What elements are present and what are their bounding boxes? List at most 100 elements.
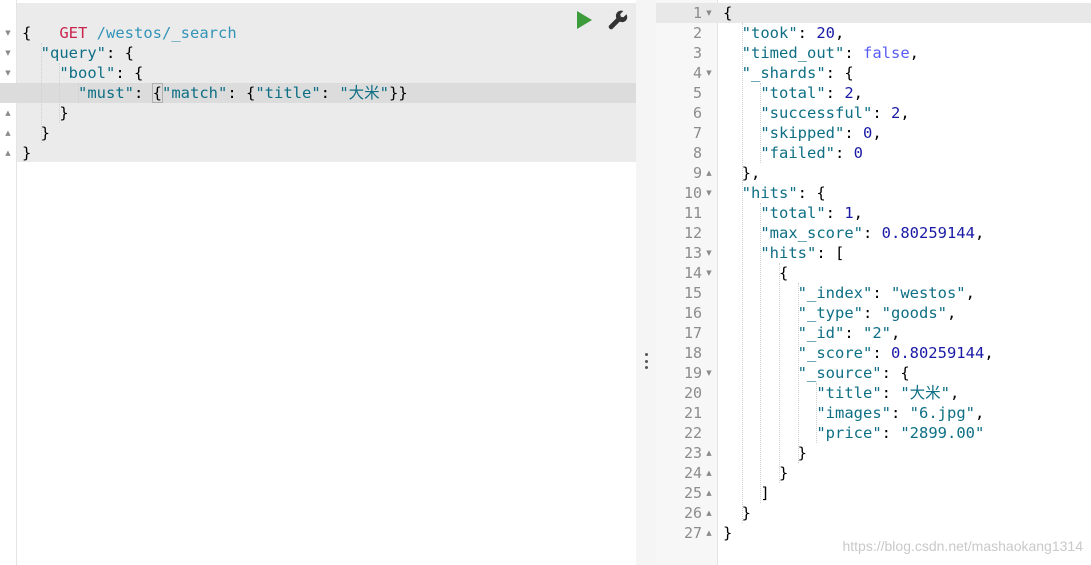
line-number: 6: [692, 104, 702, 122]
line-number: 21: [683, 404, 702, 422]
json-punctuation: :: [881, 424, 901, 442]
fold-arrow-down-icon[interactable]: ▼: [704, 183, 714, 203]
line-number: 16: [683, 304, 702, 322]
json-punctuation: [723, 84, 760, 102]
json-key: "hits": [741, 184, 798, 202]
response-viewer-pane[interactable]: 1 ▼{2 "took": 20, 3 "timed_out": false, 4 ▼ …: [656, 0, 1091, 565]
request-code-line[interactable]: }: [22, 123, 50, 143]
json-punctuation: {: [723, 264, 789, 282]
json-punctuation: },: [723, 164, 761, 182]
pane-resizer-handle[interactable]: [636, 0, 656, 565]
request-line-header[interactable]: GET /westos/_search: [22, 3, 236, 42]
json-string: "大米": [339, 84, 390, 102]
response-code-line: "hits": [: [723, 243, 844, 263]
json-punctuation: [723, 344, 798, 362]
json-number: 2: [844, 84, 854, 102]
request-code-line[interactable]: }: [22, 103, 69, 123]
json-punctuation: ,: [965, 284, 975, 302]
json-punctuation: [723, 184, 742, 202]
line-number: 9: [692, 164, 702, 182]
fold-arrow-down-icon[interactable]: ▼: [704, 243, 714, 263]
response-code-line: "_id": "2",: [723, 323, 901, 343]
response-code-line: }: [723, 443, 807, 463]
fold-arrow-up-icon[interactable]: ▲: [704, 483, 714, 503]
fold-arrow-down-icon[interactable]: ▼: [704, 363, 714, 383]
fold-arrow-up-icon[interactable]: ▲: [3, 143, 13, 163]
fold-arrow-down-icon[interactable]: ▼: [704, 63, 714, 83]
line-number: 11: [683, 204, 702, 222]
json-punctuation: :: [890, 404, 910, 422]
response-code-line: "price": "2899.00": [723, 423, 984, 443]
json-punctuation: [723, 144, 760, 162]
fold-arrow-up-icon[interactable]: ▲: [704, 503, 714, 523]
json-punctuation: [723, 304, 798, 322]
json-punctuation: [723, 324, 798, 342]
json-punctuation: :: [825, 84, 845, 102]
json-number: 2: [890, 104, 901, 122]
json-punctuation: : [: [816, 244, 845, 262]
line-number: 19: [683, 364, 702, 382]
json-punctuation: :: [844, 124, 863, 142]
json-punctuation: [22, 44, 41, 62]
json-punctuation: [723, 124, 760, 142]
json-key: "match": [162, 84, 228, 102]
json-key: "total": [760, 84, 826, 102]
response-code-line: "failed": 0: [723, 143, 863, 163]
json-punctuation: :: [797, 24, 817, 42]
json-punctuation: ,: [974, 404, 985, 422]
json-number: 1: [844, 204, 854, 222]
json-punctuation: ,: [872, 124, 882, 142]
fold-arrow-up-icon[interactable]: ▲: [704, 163, 714, 183]
json-key: "_type": [797, 304, 863, 322]
response-code-line: "total": 1,: [723, 203, 863, 223]
fold-arrow-up-icon[interactable]: ▲: [704, 463, 714, 483]
json-number: 20: [816, 24, 836, 42]
line-number: 18: [683, 344, 702, 362]
json-key: "_source": [797, 364, 882, 382]
json-key: "_shards": [741, 64, 826, 82]
json-key: "images": [816, 404, 891, 422]
json-punctuation: ,: [853, 84, 864, 102]
json-string: "2899.00": [900, 424, 985, 442]
response-active-line: [656, 3, 1091, 23]
json-key: "_score": [797, 344, 873, 362]
wrench-icon[interactable]: [607, 9, 629, 31]
line-number: 1: [692, 4, 702, 22]
json-punctuation: }: [723, 504, 751, 522]
line-number: 2: [692, 24, 702, 42]
fold-arrow-up-icon[interactable]: ▲: [3, 103, 13, 123]
line-number: 23: [683, 444, 702, 462]
json-boolean: false: [863, 44, 910, 62]
fold-arrow-down-icon[interactable]: ▼: [3, 23, 13, 43]
json-punctuation: :: [844, 324, 863, 342]
json-punctuation: }}: [389, 84, 408, 102]
indent-guide: [77, 83, 79, 103]
json-punctuation: ,: [891, 324, 901, 342]
request-code-line[interactable]: {: [22, 23, 31, 43]
play-icon[interactable]: [574, 10, 594, 30]
fold-arrow-down-icon[interactable]: ▼: [3, 43, 13, 63]
json-key: "hits": [760, 244, 817, 262]
json-punctuation: [723, 44, 742, 62]
line-number: 17: [683, 324, 702, 342]
request-code-line[interactable]: "query": {: [22, 43, 134, 63]
request-code-line[interactable]: "must": {"match": {"title": "大米"}}: [22, 83, 408, 103]
json-key: "failed": [760, 144, 835, 162]
request-editor-pane[interactable]: GET /westos/_search { ▼ "query": { ▼ "bool…: [0, 0, 636, 565]
fold-arrow-up-icon[interactable]: ▲: [704, 443, 714, 463]
json-punctuation: : {: [881, 364, 910, 382]
json-punctuation: }: [22, 124, 50, 142]
response-code-line: "total": 2,: [723, 83, 863, 103]
json-key: "bool": [59, 64, 116, 82]
fold-arrow-up-icon[interactable]: ▲: [704, 523, 714, 543]
json-punctuation: }: [22, 104, 69, 122]
json-punctuation: {: [22, 24, 32, 42]
request-code-line[interactable]: }: [22, 143, 31, 163]
response-code-line: "skipped": 0,: [723, 123, 882, 143]
fold-arrow-up-icon[interactable]: ▲: [3, 123, 13, 143]
response-code-line: },: [723, 163, 761, 183]
fold-arrow-down-icon[interactable]: ▼: [704, 3, 714, 23]
fold-arrow-down-icon[interactable]: ▼: [704, 263, 714, 283]
fold-arrow-down-icon[interactable]: ▼: [3, 63, 13, 83]
json-punctuation: :: [844, 44, 863, 62]
